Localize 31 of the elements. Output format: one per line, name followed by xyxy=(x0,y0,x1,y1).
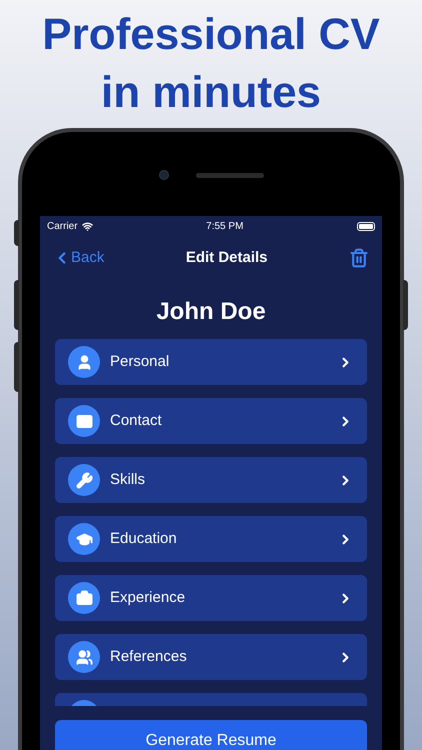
section-row[interactable]: References xyxy=(55,634,367,680)
section-icon xyxy=(68,346,100,378)
generate-resume-button[interactable]: Generate Resume xyxy=(55,720,367,750)
section-label: Skills xyxy=(110,470,146,490)
section-row[interactable]: Personal xyxy=(55,339,367,385)
camera-icon xyxy=(159,170,169,180)
carrier-label: Carrier xyxy=(47,220,78,234)
section-label: References xyxy=(110,646,188,667)
section-icon xyxy=(68,582,100,614)
profile-name: John Doe xyxy=(156,297,266,327)
section-label: Contact xyxy=(110,410,163,431)
section-row[interactable]: Skills xyxy=(55,457,367,503)
section-row[interactable]: Experience xyxy=(55,575,367,621)
section-row[interactable]: Contact xyxy=(55,398,367,444)
section-icon xyxy=(68,641,100,673)
section-row[interactable]: Education xyxy=(55,516,367,562)
battery-icon xyxy=(357,222,375,230)
screen-title: Edit Details xyxy=(186,248,268,268)
section-icon xyxy=(68,464,100,496)
section-label: Experience xyxy=(110,588,186,608)
status-time: 7:55 PM xyxy=(206,220,244,234)
headline: in minutes xyxy=(100,67,322,119)
wifi-icon xyxy=(82,220,93,232)
section-icon xyxy=(68,405,100,437)
section-icon xyxy=(68,523,100,555)
trash-icon[interactable] xyxy=(348,248,369,268)
speaker-grille xyxy=(196,173,264,178)
headline: Professional CV xyxy=(42,9,380,61)
section-label: Education xyxy=(110,528,178,549)
back-button[interactable]: Back xyxy=(53,246,104,270)
section-label: Personal xyxy=(110,352,170,372)
